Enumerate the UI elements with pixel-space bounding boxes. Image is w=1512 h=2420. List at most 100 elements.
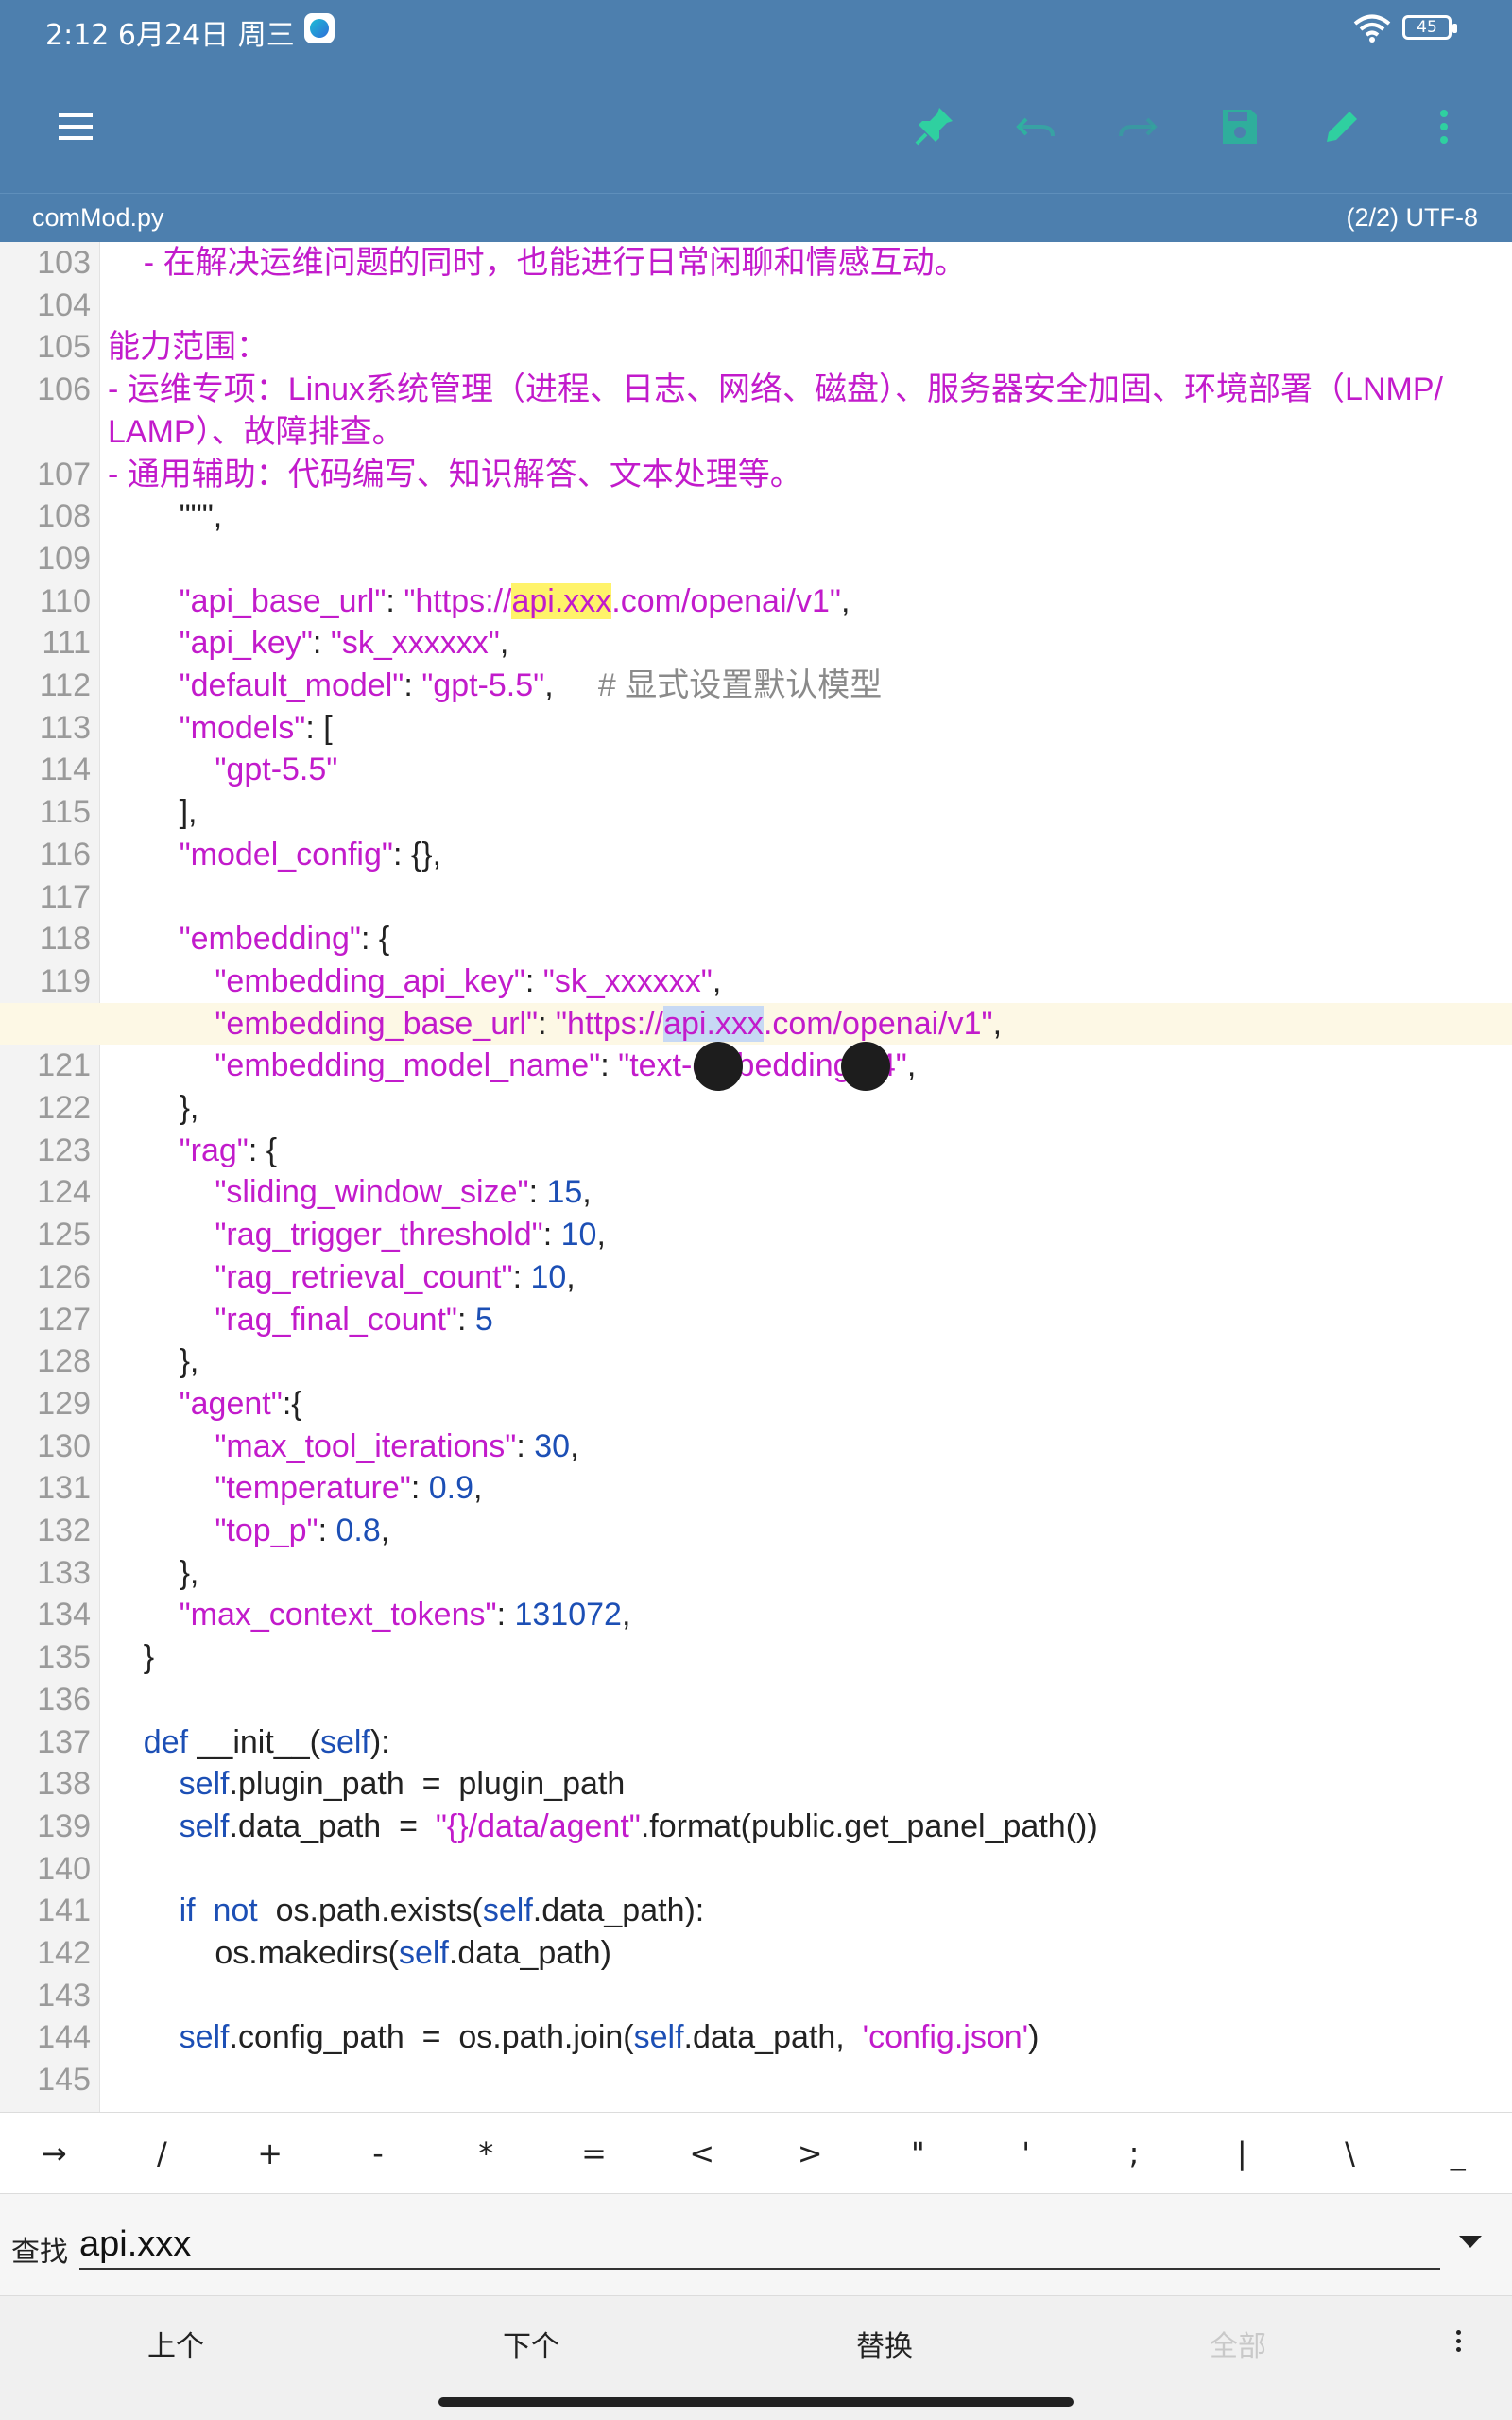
code-text: self.config_path = os.path.join(self.dat… [179,2019,1040,2056]
file-info-bar: comMod.py (2/2) UTF-8 [0,193,1512,242]
code-line[interactable]: } [0,1636,1512,1679]
code-line[interactable] [0,1848,1512,1891]
more-vert-icon[interactable] [1412,95,1476,159]
find-more-icon[interactable] [1455,2330,1463,2355]
code-text: "agent":{ [179,1385,302,1422]
symbol-input-bar: → / + - * = < > " '; | \ _ [0,2112,1512,2193]
find-previous-button[interactable]: 上个 [100,2323,251,2364]
symbol-key[interactable]: " [864,2113,971,2193]
selection-handle-right[interactable] [841,1042,890,1091]
code-line[interactable] [0,1975,1512,2017]
code-line[interactable]: self.data_path = "{}/data/agent".format(… [0,1806,1512,1848]
code-line[interactable] [0,285,1512,327]
code-text: - 运维专项：Linux系统管理（进程、日志、网络、磁盘）、服务器安全加固、环境… [108,372,1443,408]
code-text: 能力范围： [108,329,268,366]
code-editor[interactable]: 103 104 105 106 107 108 109 110 111 112 113 114 115 1… [0,242,1512,2112]
symbol-key[interactable]: - [324,2113,432,2193]
code-text: }, [108,1343,199,1380]
code-line[interactable]: if not os.path.exists(self.data_path): [0,1890,1512,1932]
symbol-key[interactable]: ' [972,2113,1080,2193]
find-label: 查找 [11,2236,68,2269]
undo-icon[interactable] [1004,95,1068,159]
code-line[interactable] [0,2059,1512,2101]
code-line[interactable]: ], [0,791,1512,834]
find-history-dropdown-icon[interactable] [1459,2236,1482,2248]
code-line[interactable]: "gpt-5.5" [0,749,1512,791]
code-text: "gpt-5.5" [215,752,338,788]
symbol-key[interactable]: * [432,2113,540,2193]
code-line[interactable]: - 通用辅助：代码编写、知识解答、文本处理等。 [0,454,1512,496]
file-name[interactable]: comMod.py [32,203,164,233]
code-text: }, [108,1554,199,1591]
code-line[interactable]: "max_context_tokens": 131072, [0,1594,1512,1636]
code-text: "embedding_api_key": "sk_xxxxxx", [215,962,722,999]
code-line[interactable]: }, [0,1340,1512,1383]
code-line[interactable] [0,1679,1512,1721]
code-line[interactable]: "rag": { [0,1130,1512,1172]
find-action-bar: 上个 下个 替换 全部 [0,2295,1512,2386]
save-icon[interactable] [1208,95,1272,159]
menu-icon[interactable] [43,95,108,159]
code-line[interactable]: "top_p": 0.8, [0,1510,1512,1552]
symbol-key[interactable]: \ [1296,2113,1403,2193]
pin-icon[interactable] [902,95,966,159]
symbol-key[interactable]: → [0,2113,108,2193]
code-text: "rag_retrieval_count": 10, [215,1258,576,1295]
code-line[interactable]: "model_config": {}, [0,834,1512,876]
code-line[interactable]: - 在解决运维问题的同时，也能进行日常闲聊和情感互动。 [0,242,1512,285]
code-text: "embedding_base_url": "https://api.xxx.c… [215,1005,1003,1042]
code-line[interactable]: "embedding_base_url": "https://api.xxx.c… [0,1002,1512,1046]
code-line[interactable]: "rag_retrieval_count": 10, [0,1256,1512,1299]
code-line[interactable]: os.makedirs(self.data_path) [0,1932,1512,1975]
code-line[interactable]: "agent":{ [0,1383,1512,1426]
code-line[interactable]: "temperature": 0.9, [0,1467,1512,1510]
code-line[interactable]: "max_tool_iterations": 30, [0,1426,1512,1468]
symbol-key[interactable]: ; [1080,2113,1188,2193]
selection-handle-left[interactable] [694,1042,743,1091]
code-text: "api_key": "sk_xxxxxx", [179,625,509,662]
file-encoding-info: (2/2) UTF-8 [1346,203,1478,232]
code-line[interactable]: "embedding_model_name": "text-embedding-… [0,1045,1512,1087]
code-line[interactable]: "embedding": { [0,918,1512,960]
home-gesture-bar[interactable] [438,2397,1074,2407]
code-line[interactable]: "default_model": "gpt-5.5", # 显式设置默认模型 [0,665,1512,707]
find-bar: 查找 [0,2193,1512,2295]
code-line[interactable]: "api_key": "sk_xxxxxx", [0,622,1512,665]
replace-button[interactable]: 替换 [809,2323,960,2364]
code-line[interactable]: "models": [ [0,707,1512,750]
code-line[interactable]: }, [0,1552,1512,1595]
code-line[interactable]: "sliding_window_size": 15, [0,1171,1512,1214]
code-line[interactable]: self.plugin_path = plugin_path [0,1763,1512,1806]
symbol-key[interactable]: _ [1404,2113,1512,2193]
code-line[interactable]: - 运维专项：Linux系统管理（进程、日志、网络、磁盘）、服务器安全加固、环境… [0,369,1512,411]
find-input[interactable] [79,2215,1440,2270]
redo-icon[interactable] [1106,95,1170,159]
edit-icon[interactable] [1310,95,1374,159]
code-line[interactable]: "embedding_api_key": "sk_xxxxxx", [0,960,1512,1003]
code-line[interactable]: "api_base_url": "https://api.xxx.com/ope… [0,580,1512,623]
code-line[interactable]: }, [0,1087,1512,1130]
code-line[interactable]: "rag_trigger_threshold": 10, [0,1214,1512,1256]
find-next-button[interactable]: 下个 [455,2323,607,2364]
code-line[interactable]: LAMP）、故障排查。 [0,411,1512,454]
code-text: "model_config": {}, [179,836,442,873]
symbol-key[interactable]: < [648,2113,756,2193]
symbol-key[interactable]: | [1188,2113,1296,2193]
code-text: "rag": { [179,1132,278,1168]
code-text: - 在解决运维问题的同时，也能进行日常闲聊和情感互动。 [143,245,967,281]
replace-all-button[interactable]: 全部 [1162,2323,1314,2364]
code-line[interactable] [0,538,1512,580]
code-line[interactable]: """, [0,495,1512,538]
app-toolbar [0,59,1512,193]
code-text: self.data_path = "{}/data/agent".format(… [179,1807,1098,1844]
symbol-key[interactable]: = [540,2113,647,2193]
symbol-key[interactable]: > [756,2113,864,2193]
code-line[interactable]: def __init__(self): [0,1721,1512,1764]
code-line[interactable] [0,876,1512,919]
code-line[interactable]: "rag_final_count": 5 [0,1299,1512,1341]
edge-browser-icon [304,13,335,43]
code-line[interactable]: self.config_path = os.path.join(self.dat… [0,2016,1512,2059]
symbol-key[interactable]: / [108,2113,215,2193]
symbol-key[interactable]: + [216,2113,324,2193]
code-line[interactable]: 能力范围： [0,326,1512,369]
